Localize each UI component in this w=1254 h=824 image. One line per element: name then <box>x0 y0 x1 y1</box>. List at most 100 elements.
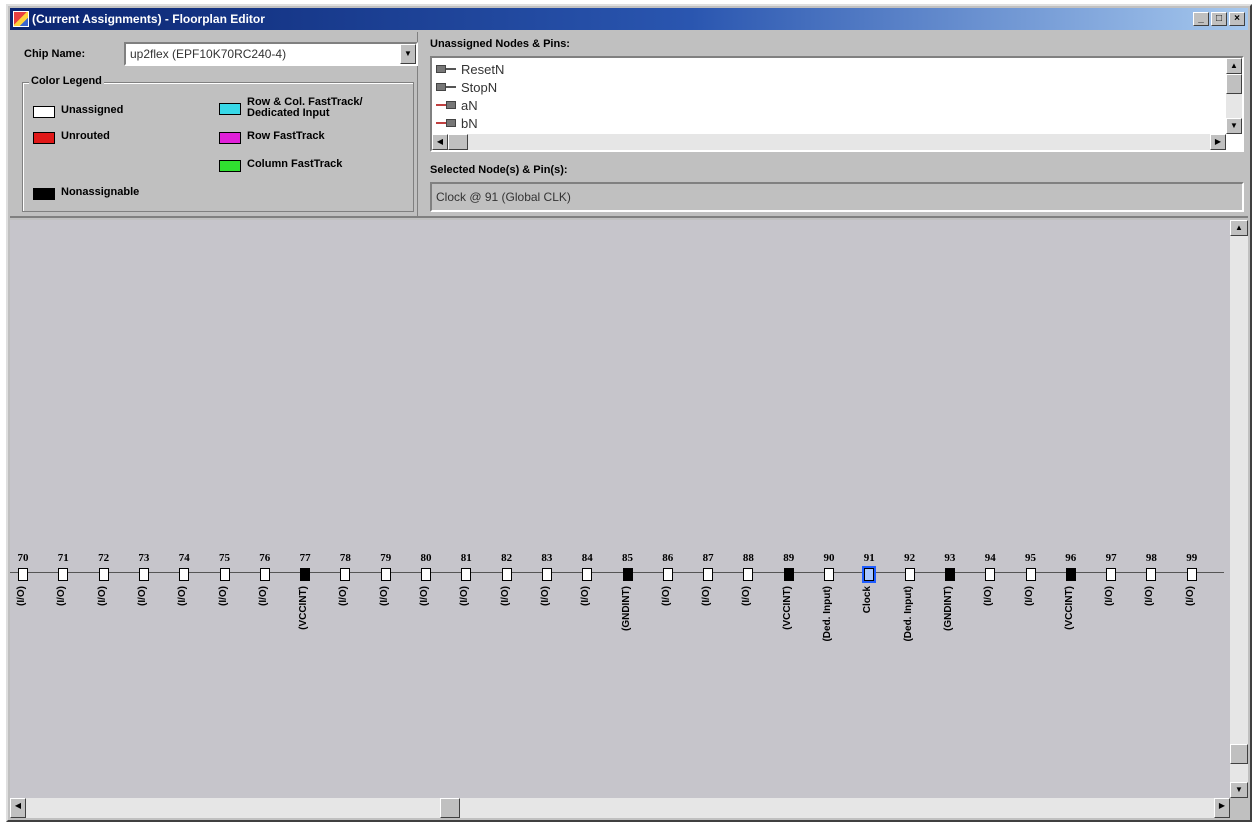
pin-80[interactable]: 80 (I/O) <box>413 548 453 708</box>
canvas-horizontal-thumb[interactable] <box>440 798 460 818</box>
pin-79[interactable]: 79 (I/O) <box>373 548 413 708</box>
pin-box[interactable] <box>138 568 149 581</box>
scroll-right-icon[interactable]: ▶ <box>1214 798 1230 818</box>
canvas-vertical-thumb[interactable] <box>1230 744 1248 764</box>
canvas-horizontal-scrollbar[interactable]: ◀ ▶ <box>10 798 1230 818</box>
close-button[interactable]: × <box>1229 12 1245 26</box>
pin-box[interactable] <box>1146 568 1157 581</box>
scroll-up-icon[interactable]: ▲ <box>1226 58 1242 74</box>
scroll-down-icon[interactable]: ▼ <box>1230 782 1248 798</box>
pin-98[interactable]: 98 (I/O) <box>1138 548 1178 708</box>
scroll-left-icon[interactable]: ◀ <box>10 798 26 818</box>
list-horizontal-thumb[interactable] <box>448 134 468 150</box>
list-item[interactable]: ResetN <box>436 60 504 78</box>
pin-box[interactable] <box>862 566 877 583</box>
pin-95[interactable]: 95 (I/O) <box>1018 548 1058 708</box>
pin-90[interactable]: 90 (Ded. Input) <box>816 548 856 708</box>
list-vertical-thumb[interactable] <box>1226 74 1242 94</box>
list-horizontal-scrollbar[interactable]: ◀ ▶ <box>432 134 1226 150</box>
pin-94[interactable]: 94 (I/O) <box>977 548 1017 708</box>
pin-85[interactable]: 85 (GNDINT) <box>615 548 655 708</box>
pin-box[interactable] <box>1106 568 1117 581</box>
pin-box[interactable] <box>824 568 834 581</box>
pin-number: 75 <box>219 552 230 564</box>
pin-box[interactable] <box>944 568 955 581</box>
pin-number: 96 <box>1065 552 1077 564</box>
pin-89[interactable]: 89 (VCCINT) <box>776 548 816 708</box>
pin-96[interactable]: 96 (VCCINT) <box>1058 548 1098 708</box>
pin-label: (I/O) <box>96 586 108 606</box>
pin-box[interactable] <box>219 568 230 581</box>
pin-box[interactable] <box>501 568 512 581</box>
scroll-up-icon[interactable]: ▲ <box>1230 220 1248 236</box>
pin-75[interactable]: 75 (I/O) <box>212 548 252 708</box>
pin-number: 73 <box>138 552 150 564</box>
pin-76[interactable]: 76 (I/O) <box>252 548 292 708</box>
pin-87[interactable]: 87 (I/O) <box>695 548 735 708</box>
pin-box[interactable] <box>1065 568 1076 581</box>
pin-91[interactable]: 91 Clock <box>856 548 896 708</box>
pin-73[interactable]: 73 (I/O) <box>131 548 171 708</box>
list-vertical-scrollbar[interactable]: ▲ ▼ <box>1226 58 1242 134</box>
pin-box[interactable] <box>904 568 915 581</box>
maximize-button[interactable]: □ <box>1211 12 1227 26</box>
list-item[interactable]: bN <box>436 114 478 132</box>
list-item[interactable]: aN <box>436 96 478 114</box>
resize-grip-icon[interactable] <box>1230 798 1248 818</box>
pin-92[interactable]: 92 (Ded. Input) <box>897 548 937 708</box>
pin-box[interactable] <box>541 568 552 581</box>
chip-name-dropdown[interactable]: up2flex (EPF10K70RC240-4) ▼ <box>124 42 418 66</box>
pin-71[interactable]: 71 (I/O) <box>50 548 90 708</box>
pin-box[interactable] <box>340 568 351 581</box>
pin-74[interactable]: 74 (I/O) <box>171 548 211 708</box>
pin-box[interactable] <box>743 568 754 581</box>
pin-box[interactable] <box>259 568 270 581</box>
pin-box[interactable] <box>985 568 996 581</box>
pin-box[interactable] <box>179 568 190 581</box>
pin-box[interactable] <box>783 568 794 581</box>
pin-box[interactable] <box>1186 568 1197 581</box>
pin-93[interactable]: 93 (GNDINT) <box>937 548 977 708</box>
minimize-button[interactable]: _ <box>1193 12 1209 26</box>
pin-number: 87 <box>702 552 714 564</box>
pin-number: 80 <box>420 552 432 564</box>
list-item[interactable]: StopN <box>436 78 497 96</box>
pin-70[interactable]: 70 (I/O) <box>10 548 50 708</box>
chevron-down-icon[interactable]: ▼ <box>400 44 416 64</box>
unassigned-nodes-list[interactable]: ResetN StopN aN bN ▲ ▼ ◀ ▶ <box>430 56 1244 152</box>
pin-box[interactable] <box>582 568 593 581</box>
floorplan-canvas[interactable]: 70 (I/O) 71 (I/O) 72 (I/O) 73 (I/O) 74 (I/O) 75 (I/… <box>10 220 1248 818</box>
scroll-down-icon[interactable]: ▼ <box>1226 118 1242 134</box>
app-icon[interactable] <box>13 11 29 27</box>
pin-97[interactable]: 97 (I/O) <box>1098 548 1138 708</box>
pin-box[interactable] <box>380 568 391 581</box>
pin-81[interactable]: 81 (I/O) <box>453 548 493 708</box>
pin-box[interactable] <box>421 568 431 581</box>
pin-83[interactable]: 83 (I/O) <box>534 548 574 708</box>
pin-box[interactable] <box>18 568 28 581</box>
scroll-right-icon[interactable]: ▶ <box>1210 134 1226 150</box>
scroll-left-icon[interactable]: ◀ <box>432 134 448 150</box>
pin-box[interactable] <box>300 568 311 581</box>
pin-box[interactable] <box>1025 568 1036 581</box>
pin-box[interactable] <box>461 568 472 581</box>
pin-88[interactable]: 88 (I/O) <box>735 548 775 708</box>
pin-box[interactable] <box>58 568 69 581</box>
pin-77[interactable]: 77 (VCCINT) <box>292 548 332 708</box>
column-fasttrack-swatch <box>219 160 241 172</box>
pin-72[interactable]: 72 (I/O) <box>91 548 131 708</box>
pin-86[interactable]: 86 (I/O) <box>655 548 695 708</box>
chip-name-value: up2flex (EPF10K70RC240-4) <box>130 47 287 61</box>
title-bar[interactable]: (Current Assignments) - Floorplan Editor… <box>10 8 1248 30</box>
pin-box[interactable] <box>703 568 714 581</box>
pin-78[interactable]: 78 (I/O) <box>332 548 372 708</box>
pin-box[interactable] <box>622 568 633 581</box>
pin-82[interactable]: 82 (I/O) <box>494 548 534 708</box>
pin-84[interactable]: 84 (I/O) <box>574 548 614 708</box>
pin-99[interactable]: 99 (I/O) <box>1179 548 1219 708</box>
pin-box[interactable] <box>662 568 673 581</box>
pin-box[interactable] <box>98 568 109 581</box>
pin-100[interactable]: 100(I/O) <box>1219 548 1225 708</box>
pin-label: (VCCINT) <box>1063 586 1075 630</box>
canvas-vertical-scrollbar[interactable]: ▲ ▼ <box>1230 220 1248 798</box>
